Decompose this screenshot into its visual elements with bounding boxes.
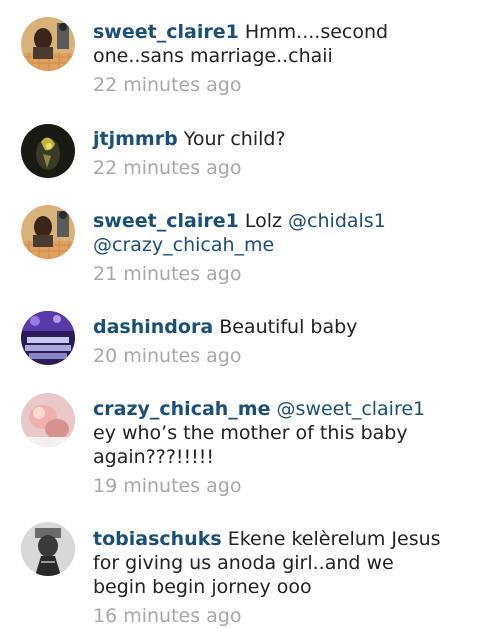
timestamp: 22 minutes ago	[93, 74, 242, 96]
avatar[interactable]	[21, 17, 75, 71]
timestamp: 16 minutes ago	[93, 605, 242, 627]
timestamp: 20 minutes ago	[93, 345, 242, 367]
avatar[interactable]	[21, 522, 75, 576]
username-link[interactable]: tobiaschuks	[93, 528, 222, 550]
comment-text: again???!!!!!	[93, 446, 215, 468]
comment-text: Ekene kelèrelum Jesus	[227, 528, 441, 550]
comment-text: Hmm....second	[244, 21, 389, 43]
comment-text: one..sans marriage..chaii	[93, 45, 333, 67]
timestamp: 22 minutes ago	[93, 157, 242, 179]
timestamp: 19 minutes ago	[93, 475, 242, 497]
username-link[interactable]: jtjmmrb	[93, 128, 178, 150]
comment-text: begin begin jorney ooo	[93, 576, 312, 598]
comment-text: Your child?	[183, 128, 286, 150]
username-link[interactable]: dashindora	[93, 316, 213, 338]
mention-link[interactable]: @crazy_chicah_me	[93, 233, 463, 257]
mention-link[interactable]: @chidals1	[288, 210, 386, 232]
username-link[interactable]: crazy_chicah_me	[93, 398, 271, 420]
avatar[interactable]	[21, 205, 75, 259]
comment-text: Beautiful baby	[219, 316, 358, 338]
username-link[interactable]: sweet_claire1	[93, 210, 239, 232]
avatar[interactable]	[21, 124, 75, 178]
comment-text: ey who’s the mother of this baby	[93, 422, 408, 444]
comment-text: for giving us anoda girl..and we	[93, 552, 394, 574]
username-link[interactable]: sweet_claire1	[93, 21, 239, 43]
avatar[interactable]	[21, 393, 75, 447]
timestamp: 21 minutes ago	[93, 263, 242, 285]
mention-link[interactable]: @sweet_claire1	[277, 398, 426, 420]
avatar[interactable]	[21, 311, 75, 365]
comment-text: Lolz	[244, 210, 282, 232]
